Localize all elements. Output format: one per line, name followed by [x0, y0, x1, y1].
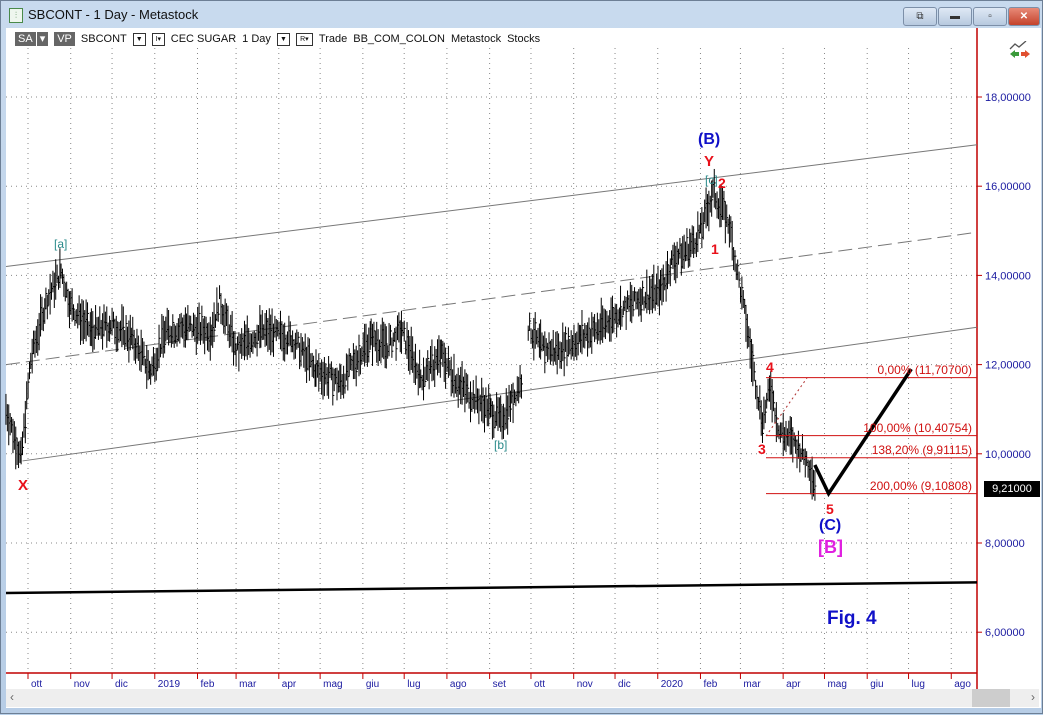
y-tick-label: 18,00000: [985, 92, 1031, 104]
wave-label-Y: Y: [704, 153, 715, 170]
fibonacci-level-label: 100,00% (10,40754): [863, 420, 972, 435]
channel-line: [5, 231, 978, 366]
symbol-label[interactable]: SBCONT: [81, 33, 127, 45]
wave-label-B-bracket: [B]: [818, 537, 843, 557]
wave-label-B: (B): [698, 131, 721, 148]
vp-button[interactable]: VP: [54, 32, 75, 46]
wave-label-4: 4: [766, 359, 774, 375]
y-tick-label: 6,00000: [985, 627, 1025, 639]
wave-label-c: [c]: [705, 173, 718, 187]
wave-label-a: [a]: [54, 237, 68, 251]
wave-label-b: [b]: [494, 438, 508, 452]
type-label: Stocks: [507, 33, 541, 45]
fibonacci-level-label: 0,00% (11,70700): [877, 362, 972, 377]
wave-label-5: 5: [826, 501, 834, 517]
chart-toolbar: SA ▾ VP SBCONT ▼ I▾ CEC SUGAR 1 Day ▼ R▾ …: [15, 31, 540, 47]
price-bar: [814, 470, 817, 501]
scrollbar-thumb[interactable]: [972, 689, 1010, 707]
price-bar: [738, 271, 741, 288]
trade-arrows-icon[interactable]: [1009, 41, 1031, 59]
r-label: R: [300, 35, 306, 43]
fibonacci-level-label: 200,00% (9,10808): [869, 478, 972, 493]
price-bar: [217, 302, 220, 322]
fibonacci-level-label: 138,20% (9,91115): [871, 442, 972, 457]
wave-label-X: X: [18, 477, 29, 494]
scroll-left-icon[interactable]: ‹: [10, 690, 14, 704]
y-tick-label: 8,00000: [985, 538, 1025, 550]
price-bar: [753, 361, 756, 382]
source-label: BB_COM_COLON: [353, 33, 445, 45]
r-dropdown[interactable]: R▾: [295, 32, 313, 46]
long-term-support-line: [5, 581, 978, 595]
channel-line: [5, 144, 978, 267]
indicator-dropdown[interactable]: I▾: [151, 32, 165, 46]
last-price-tag: 9,21000: [984, 481, 1040, 497]
period-dropdown[interactable]: ▼: [276, 32, 290, 46]
sa-dropdown[interactable]: ▾: [36, 32, 49, 46]
wave-label-C: (C): [819, 517, 842, 534]
y-tick-label: 12,00000: [985, 360, 1031, 372]
price-bar: [403, 320, 406, 342]
price-bar: [520, 374, 523, 399]
y-tick-label: 10,00000: [985, 449, 1031, 461]
chart-window: ⫶ SBCONT - 1 Day - Metastock ⧉ ▬ ▫ ✕ 6,0…: [0, 0, 1043, 714]
period-label[interactable]: 1 Day: [242, 33, 271, 45]
y-tick-label: 14,00000: [985, 270, 1031, 282]
trade-label[interactable]: Trade: [319, 33, 347, 45]
sa-button[interactable]: SA: [15, 32, 36, 46]
y-tick-label: 16,00000: [985, 181, 1031, 193]
figure-label: Fig. 4: [827, 608, 877, 629]
scroll-right-icon[interactable]: ›: [1031, 690, 1035, 704]
price-chart[interactable]: 6,00000 8,00000 10,00000 12,00000 14,00000 16…: [1, 1, 1043, 715]
security-name: CEC SUGAR: [170, 33, 237, 45]
wave-label-1: 1: [711, 241, 719, 257]
wave-label-2: 2: [718, 175, 726, 191]
wave-label-3: 3: [758, 441, 766, 457]
provider-label: Metastock: [450, 33, 502, 45]
horizontal-scrollbar[interactable]: ‹ ›: [6, 689, 1039, 707]
symbol-dropdown[interactable]: ▼: [132, 32, 146, 46]
